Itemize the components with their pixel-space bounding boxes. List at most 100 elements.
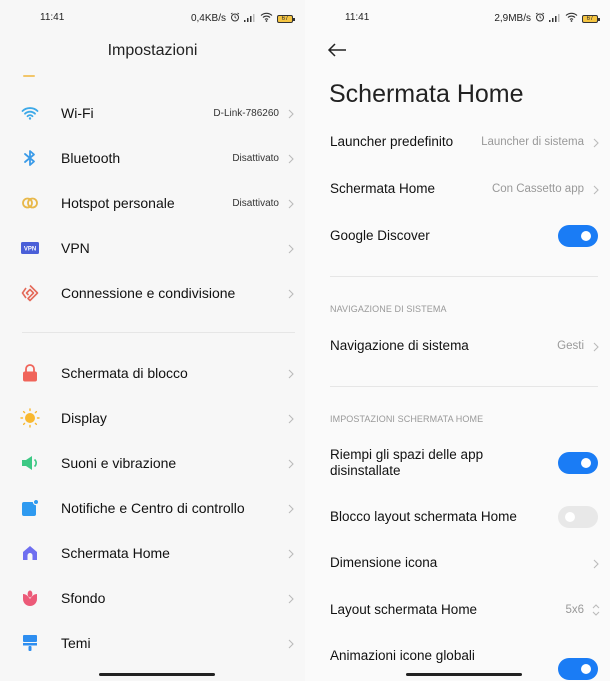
settings-item-lock-screen[interactable]: Schermata di blocco bbox=[0, 351, 305, 395]
chevron-right-icon bbox=[285, 197, 297, 209]
signal-icon bbox=[244, 13, 256, 25]
hotspot-icon bbox=[20, 193, 40, 213]
item-label: Hotspot personale bbox=[61, 195, 175, 211]
connection-sharing-icon bbox=[20, 283, 40, 303]
toggle-knob bbox=[581, 458, 591, 468]
global-icon-animations-row: Animazioni icone globali bbox=[305, 648, 610, 681]
row-label-line1: Riempi gli spazi delle app bbox=[330, 447, 484, 462]
icon-size-row[interactable]: Dimensione icona bbox=[305, 555, 610, 575]
fill-empty-spaces-toggle[interactable] bbox=[558, 452, 598, 474]
row-value: Gesti bbox=[557, 340, 584, 352]
settings-item-wifi[interactable]: Wi-Fi D-Link-786260 bbox=[0, 91, 305, 135]
lock-icon bbox=[20, 363, 40, 383]
item-label: Schermata Home bbox=[61, 545, 170, 561]
item-label: Suoni e vibrazione bbox=[61, 455, 177, 471]
section-divider bbox=[22, 332, 295, 333]
chevron-right-icon bbox=[590, 557, 602, 569]
toggle-knob bbox=[565, 512, 575, 522]
wifi-status-icon bbox=[565, 12, 578, 25]
chevron-right-icon bbox=[590, 340, 602, 352]
chevron-right-icon bbox=[285, 107, 297, 119]
settings-item-connection-sharing[interactable]: Connessione e condivisione bbox=[0, 271, 305, 315]
wifi-icon bbox=[20, 103, 40, 123]
wifi-status-icon bbox=[260, 12, 273, 25]
row-value: 5x6 bbox=[565, 604, 584, 616]
item-value: Disattivato bbox=[232, 197, 279, 209]
row-label: Blocco layout schermata Home bbox=[330, 509, 517, 524]
google-discover-row: Google Discover bbox=[305, 225, 610, 247]
row-label: Dimensione icona bbox=[330, 555, 438, 570]
row-label: Launcher predefinito bbox=[330, 134, 454, 149]
row-label: Schermata Home bbox=[330, 181, 436, 196]
settings-item-notifications[interactable]: Notifiche e Centro di controllo bbox=[0, 486, 305, 530]
settings-pane: 11:41 0,4KB/s 67 Impostazioni Wi-Fi D-Li… bbox=[0, 0, 305, 681]
item-label: Notifiche e Centro di controllo bbox=[61, 500, 245, 516]
back-arrow-icon[interactable] bbox=[327, 42, 349, 60]
chevron-right-icon bbox=[285, 367, 297, 379]
section-header: IMPOSTAZIONI SCHERMATA HOME bbox=[330, 414, 484, 424]
home-screen-mode-row[interactable]: Schermata Home Con Cassetto app bbox=[305, 181, 610, 201]
toggle-knob bbox=[581, 231, 591, 241]
sun-icon bbox=[20, 408, 40, 428]
home-icon bbox=[20, 543, 40, 563]
section-divider bbox=[330, 386, 598, 387]
gesture-home-indicator[interactable] bbox=[406, 673, 522, 676]
settings-item-bluetooth[interactable]: Bluetooth Disattivato bbox=[0, 136, 305, 180]
item-value: D-Link-786260 bbox=[213, 107, 279, 119]
item-value: Disattivato bbox=[232, 152, 279, 164]
settings-item-display[interactable]: Display bbox=[0, 396, 305, 440]
chevron-right-icon bbox=[285, 547, 297, 559]
bluetooth-icon bbox=[20, 148, 40, 168]
svg-text:VPN: VPN bbox=[24, 247, 36, 253]
global-icon-animations-toggle[interactable] bbox=[558, 658, 598, 680]
chevron-right-icon bbox=[285, 637, 297, 649]
notification-icon bbox=[20, 498, 40, 518]
item-label: Temi bbox=[61, 635, 91, 651]
system-navigation-row[interactable]: Navigazione di sistema Gesti bbox=[305, 338, 610, 358]
brush-icon bbox=[20, 633, 40, 653]
toggle-knob bbox=[581, 664, 591, 674]
chevron-right-icon bbox=[285, 287, 297, 299]
battery-icon: 67 bbox=[277, 14, 295, 23]
alarm-icon bbox=[535, 12, 545, 25]
gesture-home-indicator[interactable] bbox=[99, 673, 215, 676]
status-time: 11:41 bbox=[40, 12, 65, 23]
item-label: Sfondo bbox=[61, 590, 106, 606]
vpn-icon: VPN bbox=[20, 238, 40, 258]
row-value: Launcher di sistema bbox=[481, 136, 584, 148]
network-speed: 2,9MB/s bbox=[494, 13, 531, 24]
speaker-icon bbox=[20, 453, 40, 473]
chevron-right-icon bbox=[590, 136, 602, 148]
row-value: Con Cassetto app bbox=[491, 183, 584, 195]
lock-layout-toggle[interactable] bbox=[558, 506, 598, 528]
layout-row[interactable]: Layout schermata Home 5x6 bbox=[305, 602, 610, 622]
flower-icon bbox=[20, 588, 40, 608]
chevron-right-icon bbox=[285, 242, 297, 254]
row-label: Animazioni icone globali bbox=[330, 648, 475, 663]
item-label: Display bbox=[61, 410, 107, 426]
settings-item-sound[interactable]: Suoni e vibrazione bbox=[0, 441, 305, 485]
item-label: Schermata di blocco bbox=[61, 365, 188, 381]
settings-item-wallpaper[interactable]: Sfondo bbox=[0, 576, 305, 620]
status-bar: 11:41 2,9MB/s 67 bbox=[305, 10, 610, 26]
chevron-right-icon bbox=[590, 183, 602, 195]
item-label: Wi-Fi bbox=[61, 105, 94, 121]
settings-item-themes[interactable]: Temi bbox=[0, 621, 305, 665]
settings-item-hotspot[interactable]: Hotspot personale Disattivato bbox=[0, 181, 305, 225]
battery-icon: 67 bbox=[582, 14, 600, 23]
settings-item-home-screen[interactable]: Schermata Home bbox=[0, 531, 305, 575]
launcher-row[interactable]: Launcher predefinito Launcher di sistema bbox=[305, 134, 610, 154]
google-discover-toggle[interactable] bbox=[558, 225, 598, 247]
settings-item-vpn[interactable]: VPN VPN bbox=[0, 226, 305, 270]
item-label: Connessione e condivisione bbox=[61, 285, 236, 301]
network-speed: 0,4KB/s bbox=[190, 13, 226, 24]
alarm-icon bbox=[230, 12, 240, 25]
page-title: Schermata Home bbox=[329, 80, 524, 108]
section-header: NAVIGAZIONE DI SISTEMA bbox=[330, 304, 447, 314]
chevron-right-icon bbox=[285, 592, 297, 604]
item-label: VPN bbox=[61, 240, 90, 256]
status-time: 11:41 bbox=[345, 12, 370, 23]
fill-empty-spaces-row: Riempi gli spazi delle app disinstallate bbox=[305, 447, 610, 481]
row-label-line2: disinstallate bbox=[330, 463, 401, 478]
item-label: Bluetooth bbox=[61, 150, 121, 166]
